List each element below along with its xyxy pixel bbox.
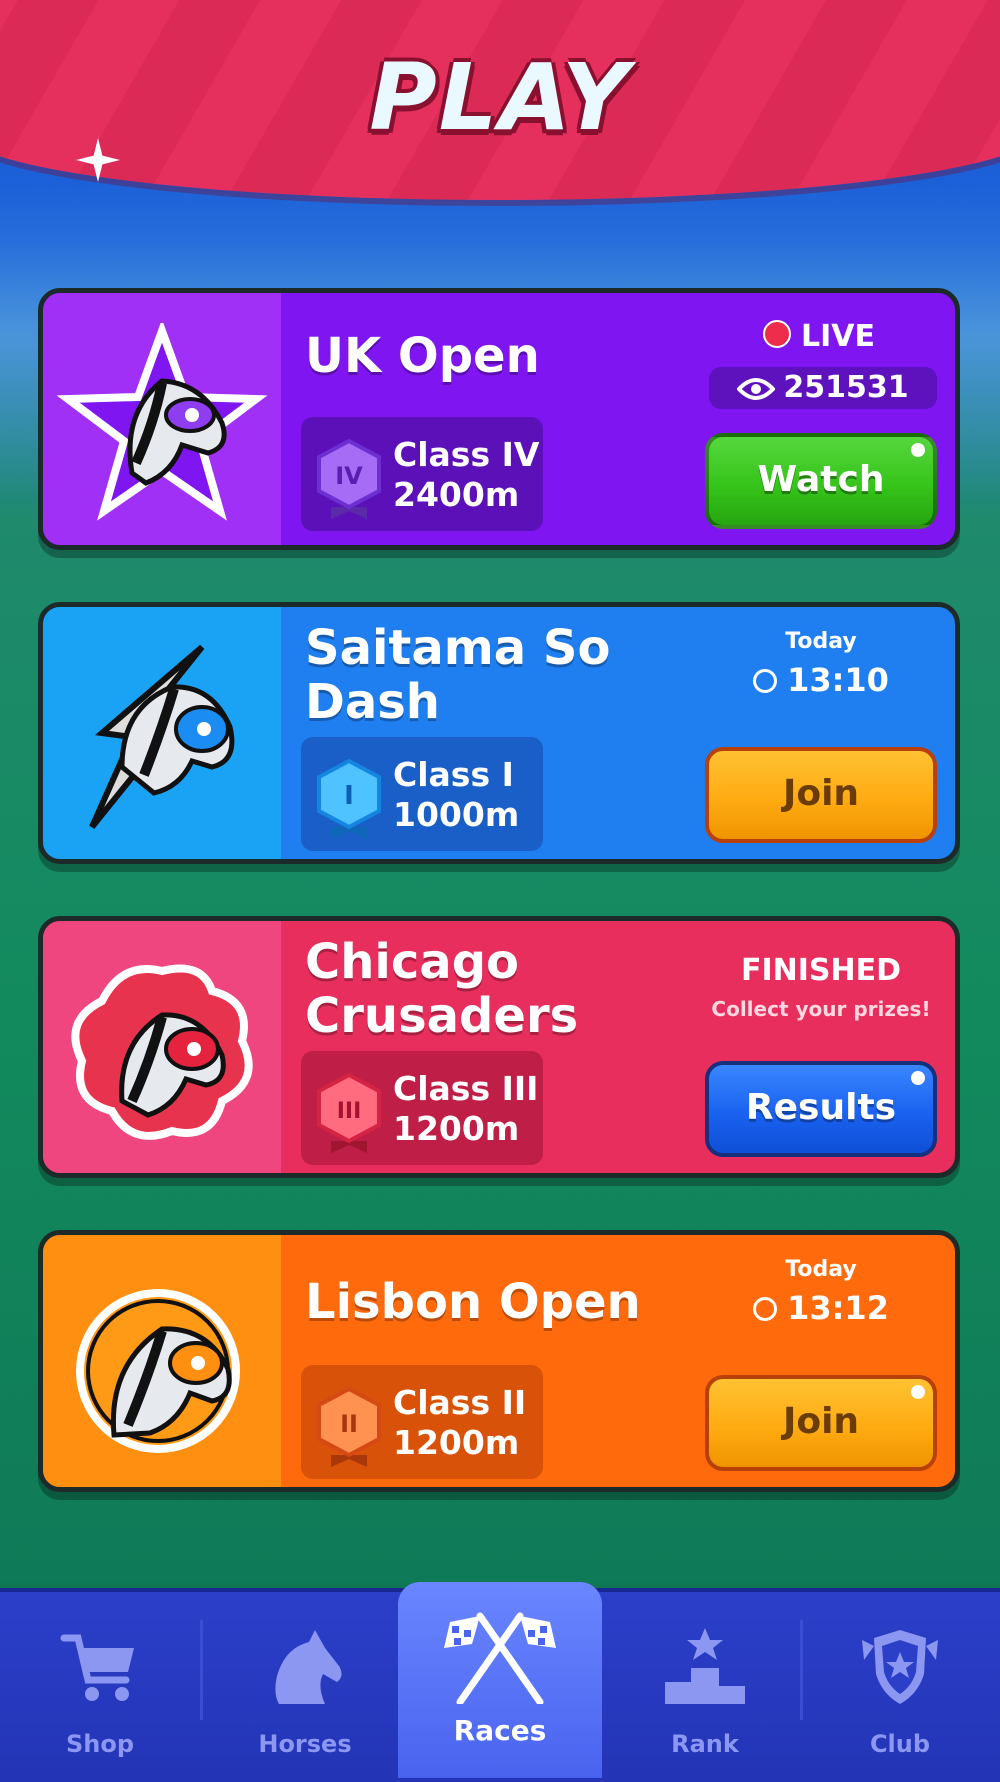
viewer-count: 251531	[709, 367, 937, 409]
class-numeral: I	[344, 781, 354, 811]
class-label: Class IV	[393, 435, 540, 474]
live-label: LIVE	[801, 319, 875, 354]
shield-icon	[862, 1630, 938, 1704]
join-button[interactable]: Join	[705, 747, 937, 843]
join-button-label: Join	[782, 773, 860, 814]
race-name: UK Open	[305, 328, 540, 384]
join-button[interactable]: Join	[705, 1375, 937, 1471]
cart-icon	[60, 1634, 134, 1701]
collect-prizes-text: Collect your prizes!	[711, 997, 931, 1021]
clock-icon	[753, 669, 778, 693]
star-horse-logo-icon	[57, 323, 267, 521]
race-day: Today	[785, 629, 857, 654]
class-text: Class II 1200m	[393, 1383, 526, 1463]
race-name: Chicago Crusaders	[305, 934, 579, 1044]
join-button-label: Join	[782, 1401, 860, 1442]
nav-item-races[interactable]: Races	[398, 1582, 602, 1778]
watch-button[interactable]: Watch	[705, 433, 937, 529]
nav-item-shop[interactable]: Shop	[0, 1588, 200, 1778]
lightning-horse-logo-icon	[89, 644, 235, 829]
race-distance: 1200m	[393, 1109, 520, 1148]
class-text: Class III 1200m	[393, 1069, 538, 1149]
class-badge-icon: II	[317, 1387, 381, 1467]
nav-label: Club	[869, 1730, 931, 1758]
nav-label: Rank	[671, 1730, 739, 1758]
race-class-box: III Class III 1200m	[301, 1051, 543, 1165]
race-name: Saitama So Dash	[305, 620, 611, 730]
podium-icon	[665, 1628, 745, 1704]
race-distance: 2400m	[393, 475, 520, 514]
live-dot-icon	[763, 320, 791, 348]
race-card-saitama-so-dash: Saitama So Dash I Class I 1000m Today 13…	[38, 602, 960, 864]
class-label: Class I	[393, 755, 514, 794]
race-time-value: 13:12	[787, 1289, 889, 1327]
race-card-chicago-crusaders: Chicago Crusaders III Class III 1200m FI…	[38, 916, 960, 1178]
race-card-uk-open: UK Open IV Class IV 2400m LIVE 251531 Wa…	[38, 288, 960, 550]
button-shine	[911, 443, 925, 457]
crossed-flags-icon	[444, 1612, 556, 1704]
nav-label: Horses	[258, 1730, 352, 1758]
eye-icon	[736, 378, 777, 400]
class-text: Class IV 2400m	[393, 435, 539, 515]
nav-divider	[200, 1620, 203, 1720]
horse-head-icon	[275, 1630, 342, 1704]
button-shine	[911, 1071, 925, 1085]
page-title: PLAY	[369, 44, 631, 151]
race-class-box: I Class I 1000m	[301, 737, 543, 851]
class-numeral: II	[340, 1410, 358, 1438]
race-day: Today	[785, 1257, 857, 1282]
sparkle-icon	[76, 138, 120, 182]
class-badge-icon: I	[317, 759, 381, 839]
finished-status: FINISHED	[740, 953, 902, 988]
viewer-count-value: 251531	[783, 370, 909, 405]
results-button-label: Results	[745, 1087, 897, 1128]
nav-label: Shop	[65, 1730, 135, 1758]
class-label: Class III	[393, 1069, 539, 1108]
button-shine	[911, 1385, 925, 1399]
nav-label-active: Races	[453, 1714, 547, 1747]
nav-item-club[interactable]: Club	[800, 1588, 1000, 1778]
race-time: 13:12	[705, 1289, 937, 1327]
circle-horse-logo-icon	[76, 1289, 240, 1453]
class-badge-icon: IV	[317, 439, 381, 519]
class-label: Class II	[393, 1383, 527, 1422]
class-text: Class I 1000m	[393, 755, 519, 835]
live-status: LIVE	[763, 319, 875, 354]
class-numeral: IV	[335, 462, 363, 490]
race-class-box: IV Class IV 2400m	[301, 417, 543, 531]
results-button[interactable]: Results	[705, 1061, 937, 1157]
watch-button-label: Watch	[757, 459, 885, 500]
race-distance: 1200m	[393, 1423, 520, 1462]
nav-item-rank[interactable]: Rank	[605, 1588, 805, 1778]
race-distance: 1000m	[393, 795, 520, 834]
clock-icon	[753, 1297, 778, 1321]
class-numeral: III	[337, 1099, 362, 1124]
race-class-box: II Class II 1200m	[301, 1365, 543, 1479]
race-card-lisbon-open: Lisbon Open II Class II 1200m Today 13:1…	[38, 1230, 960, 1492]
race-time: 13:10	[705, 661, 937, 699]
class-badge-icon: III	[317, 1073, 381, 1153]
flower-horse-logo-icon	[71, 964, 253, 1140]
race-name: Lisbon Open	[305, 1274, 641, 1330]
race-time-value: 13:10	[787, 661, 889, 699]
nav-item-horses[interactable]: Horses	[205, 1588, 405, 1778]
